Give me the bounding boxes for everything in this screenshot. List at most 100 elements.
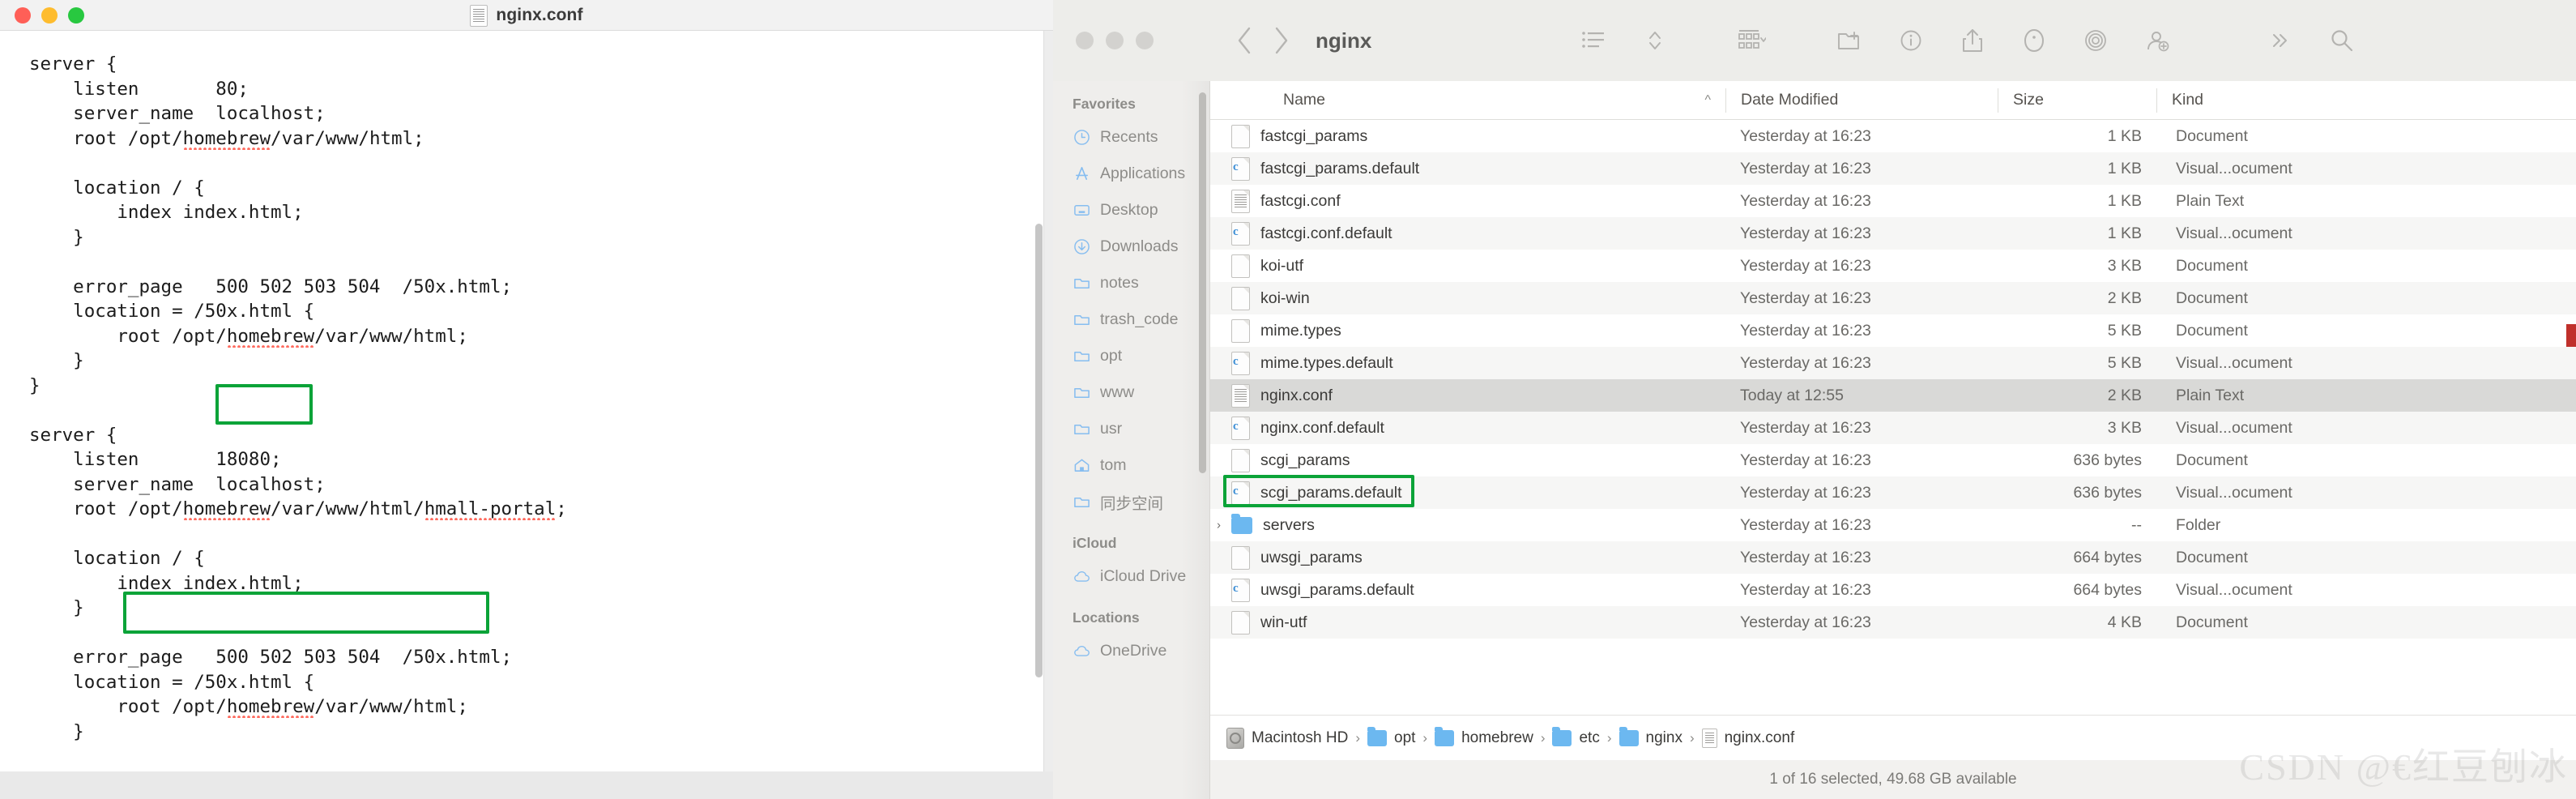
sidebar-item-onedrive[interactable]: OneDrive [1053,633,1209,669]
breadcrumb-item[interactable]: etc [1552,726,1600,747]
table-row[interactable]: c fastcgi_params.default Yesterday at 16:2… [1210,152,2576,185]
file-name-cell[interactable]: uwsgi_params [1210,545,1725,570]
file-list-column-headers[interactable]: Name ^ Date Modified Size Kind [1210,81,2576,120]
editor-scrollbar-thumb[interactable] [1035,224,1043,677]
table-row[interactable]: c uwsgi_params.default Yesterday at 16:23 6… [1210,574,2576,606]
info-icon[interactable] [1880,18,1942,63]
table-row[interactable]: c fastcgi.conf.default Yesterday at 16:23 1… [1210,217,2576,250]
close-button[interactable] [15,6,31,24]
editor-scrollbar-track[interactable] [1035,37,1048,793]
more-chevrons-icon[interactable] [2250,18,2311,63]
sidebar-item-notes[interactable]: notes [1053,265,1209,301]
sidebar-item-applications[interactable]: Applications [1053,156,1209,192]
finder-window-controls[interactable] [1076,32,1154,49]
table-row[interactable]: c mime.types.default Yesterday at 16:23 5 K… [1210,347,2576,379]
sidebar-item-opt[interactable]: opt [1053,338,1209,374]
sidebar-item-recents[interactable]: Recents [1053,119,1209,156]
file-name-cell[interactable]: c fastcgi.conf.default [1210,221,1725,246]
file-name-cell[interactable]: koi-utf [1210,254,1725,278]
chevron-right-icon[interactable]: › [1217,519,1221,532]
table-row[interactable]: win-utf Yesterday at 16:23 4 KB Document [1210,606,2576,639]
folder-icon [1367,726,1387,746]
file-size: 2 KB [2107,386,2142,404]
file-name-cell[interactable]: › servers [1210,513,1725,535]
file-size: 1 KB [2107,191,2142,210]
share-icon[interactable] [1942,18,2003,63]
table-row[interactable]: c scgi_params.default Yesterday at 16:23 63… [1210,476,2576,509]
folder-icon [1073,384,1090,401]
file-name-cell[interactable]: c uwsgi_params.default [1210,578,1725,602]
column-header-date[interactable]: Date Modified [1725,88,1998,113]
document-icon [1231,610,1250,634]
column-header-name[interactable]: Name ^ [1210,91,1725,109]
breadcrumb-item[interactable]: nginx.conf [1701,728,1794,748]
breadcrumb-item[interactable]: opt [1367,726,1415,747]
sidebar-item-tom[interactable]: tom [1053,447,1209,484]
file-list[interactable]: fastcgi_params Yesterday at 16:23 1 KB Docu… [1210,120,2576,639]
file-name-cell[interactable]: fastcgi.conf [1210,189,1725,213]
table-row[interactable]: nginx.conf Today at 12:55 2 KB Plain Text [1210,379,2576,412]
sidebar-item-downloads[interactable]: Downloads [1053,229,1209,265]
file-name-cell[interactable]: c fastcgi_params.default [1210,156,1725,181]
code-editor-area[interactable]: server { listen 80; server_name localhos… [0,31,1037,799]
table-row[interactable]: › servers Yesterday at 16:23 -- Folder [1210,509,2576,541]
file-date-modified: Yesterday at 16:23 [1740,288,1871,307]
table-row[interactable]: fastcgi.conf Yesterday at 16:23 1 KB Plain … [1210,185,2576,217]
sidebar-item-desktop[interactable]: Desktop [1053,192,1209,229]
finder-sidebar[interactable]: Favorites Recents Applications Desktop Downl… [1053,81,1210,799]
sidebar-scrollbar-thumb[interactable] [1199,92,1206,473]
file-date-modified: Yesterday at 16:23 [1740,548,1871,566]
table-row[interactable]: fastcgi_params Yesterday at 16:23 1 KB Docu… [1210,120,2576,152]
minimize-button[interactable] [41,6,58,24]
table-row[interactable]: koi-utf Yesterday at 16:23 3 KB Document [1210,250,2576,282]
editor-window-controls[interactable] [15,6,84,24]
table-row[interactable]: koi-win Yesterday at 16:23 2 KB Document [1210,282,2576,314]
editor-titlebar: nginx.conf [0,0,1053,31]
sidebar-item-icloud-drive[interactable]: iCloud Drive [1053,558,1209,595]
finder-minimize-button[interactable] [1106,32,1124,49]
finder-maximize-button[interactable] [1136,32,1154,49]
sidebar-item-trash-code[interactable]: trash_code [1053,301,1209,338]
table-row[interactable]: scgi_params Yesterday at 16:23 636 bytes Do… [1210,444,2576,476]
sidebar-item-usr[interactable]: usr [1053,411,1209,447]
file-name-cell[interactable]: fastcgi_params [1210,124,1725,148]
sidebar-item-label: OneDrive [1100,642,1167,660]
maximize-button[interactable] [68,6,84,24]
file-name-cell[interactable]: win-utf [1210,610,1725,634]
file-name-cell[interactable]: c nginx.conf.default [1210,416,1725,440]
breadcrumb-item[interactable]: nginx [1619,726,1683,747]
sidebar-group-title: Favorites [1073,96,1136,112]
search-icon[interactable] [2311,18,2373,63]
add-person-icon[interactable] [2126,18,2188,63]
chevron-right-icon[interactable] [1265,22,1298,59]
file-name-cell[interactable]: nginx.conf [1210,383,1725,408]
file-name-cell[interactable]: scgi_params [1210,448,1725,472]
sidebar-item-[interactable]: 同步空间 [1053,484,1209,520]
file-date-modified: Today at 12:55 [1740,386,1844,404]
tag-icon[interactable] [2003,18,2065,63]
column-header-size[interactable]: Size [1998,88,2156,113]
file-name-cell[interactable]: mime.types [1210,318,1725,343]
file-kind: Visual...ocument [2176,580,2292,599]
finder-close-button[interactable] [1076,32,1094,49]
sidebar-item-label: Desktop [1100,201,1158,219]
file-name-cell[interactable]: c mime.types.default [1210,351,1725,375]
new-folder-icon[interactable] [1819,18,1880,63]
table-row[interactable]: mime.types Yesterday at 16:23 5 KB Document [1210,314,2576,347]
group-by-icon[interactable] [1715,18,1789,63]
breadcrumb-item[interactable]: homebrew [1435,726,1533,747]
file-name-cell[interactable]: koi-win [1210,286,1725,310]
breadcrumb-label: homebrew [1461,728,1533,746]
sort-chevrons-icon[interactable] [1624,18,1686,63]
breadcrumb[interactable]: Macintosh HD › opt › homebrew › etc › nginx › ngin… [1210,715,2576,760]
airdrop-icon[interactable] [2065,18,2126,63]
chevron-left-icon[interactable] [1228,22,1260,59]
table-row[interactable]: c nginx.conf.default Yesterday at 16:23 3 K… [1210,412,2576,444]
column-header-kind[interactable]: Kind [2156,88,2399,113]
list-view-icon[interactable] [1563,18,1624,63]
breadcrumb-item[interactable]: Macintosh HD [1226,727,1348,749]
table-row[interactable]: uwsgi_params Yesterday at 16:23 664 bytes D… [1210,541,2576,574]
file-name-cell[interactable]: c scgi_params.default [1210,481,1725,505]
sidebar-item-www[interactable]: www [1053,374,1209,411]
